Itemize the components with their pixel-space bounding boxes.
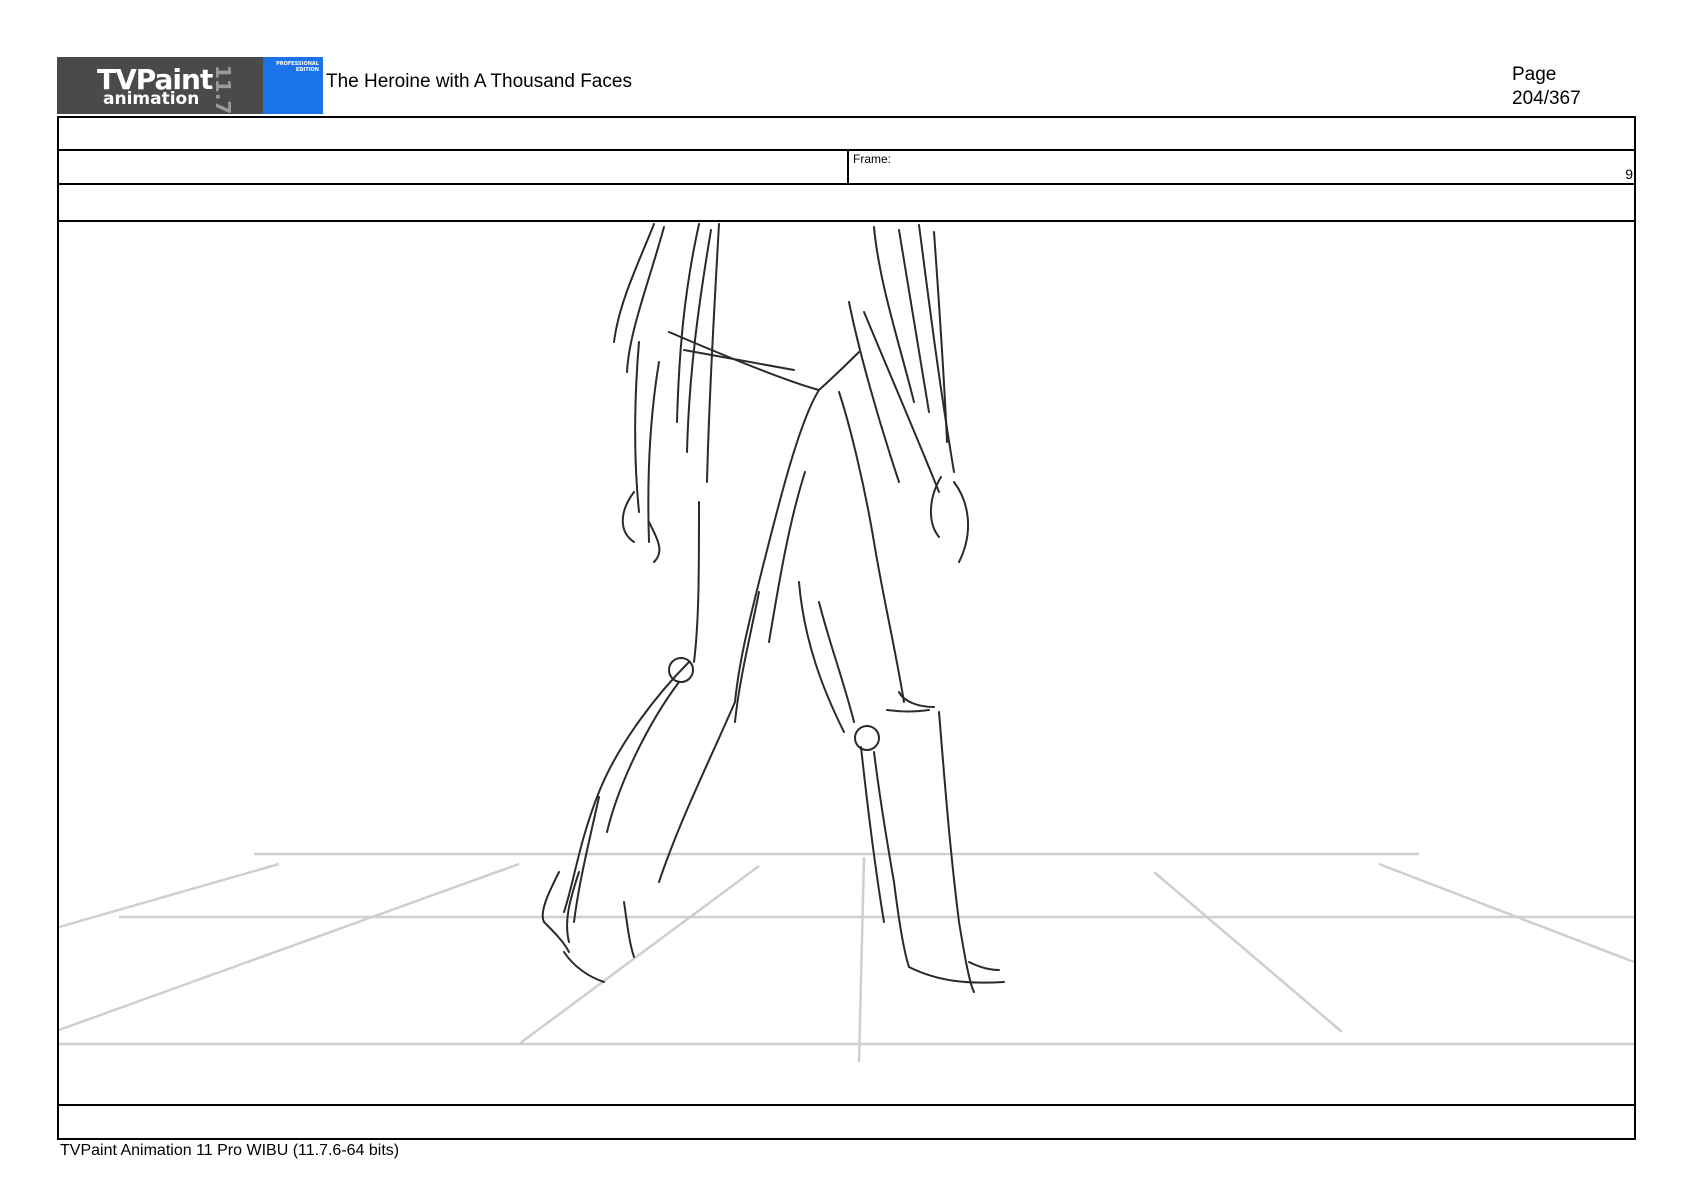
frame-number: 9 xyxy=(1625,166,1633,182)
tvpaint-logo: TVPaint animation 11.7 PROFESSIONAL EDIT… xyxy=(57,57,323,114)
logo-edition-text: PROFESSIONAL EDITION xyxy=(276,61,319,73)
logo-edition-panel: PROFESSIONAL EDITION xyxy=(263,57,323,114)
sheet-row-top xyxy=(59,118,1634,151)
page-indicator: Page 204/367 xyxy=(1512,63,1581,111)
logo-dark-panel: TVPaint animation 11.7 xyxy=(57,57,263,114)
logo-version: 11.7 xyxy=(211,65,235,115)
sketch-drawing xyxy=(59,223,1634,1063)
frame-label: Frame: xyxy=(853,152,892,166)
page-label: Page xyxy=(1512,64,1557,85)
sheet-row-notes xyxy=(59,185,1634,222)
floor-grid xyxy=(59,852,1634,1063)
logo-subword: animation xyxy=(103,89,200,109)
figure-sketch xyxy=(541,223,1005,993)
document-title: The Heroine with A Thousand Faces xyxy=(326,71,632,92)
frame-cell: Frame: 9 xyxy=(847,151,1634,183)
storyboard-panel-image xyxy=(59,222,1634,1106)
storyboard-sheet: Frame: 9 xyxy=(57,116,1636,1140)
page-number: 204/367 xyxy=(1512,88,1581,109)
sheet-row-bottom xyxy=(59,1106,1634,1138)
footer-version: TVPaint Animation 11 Pro WIBU (11.7.6-64… xyxy=(60,1142,400,1159)
sheet-row-frame: Frame: 9 xyxy=(59,151,1634,185)
